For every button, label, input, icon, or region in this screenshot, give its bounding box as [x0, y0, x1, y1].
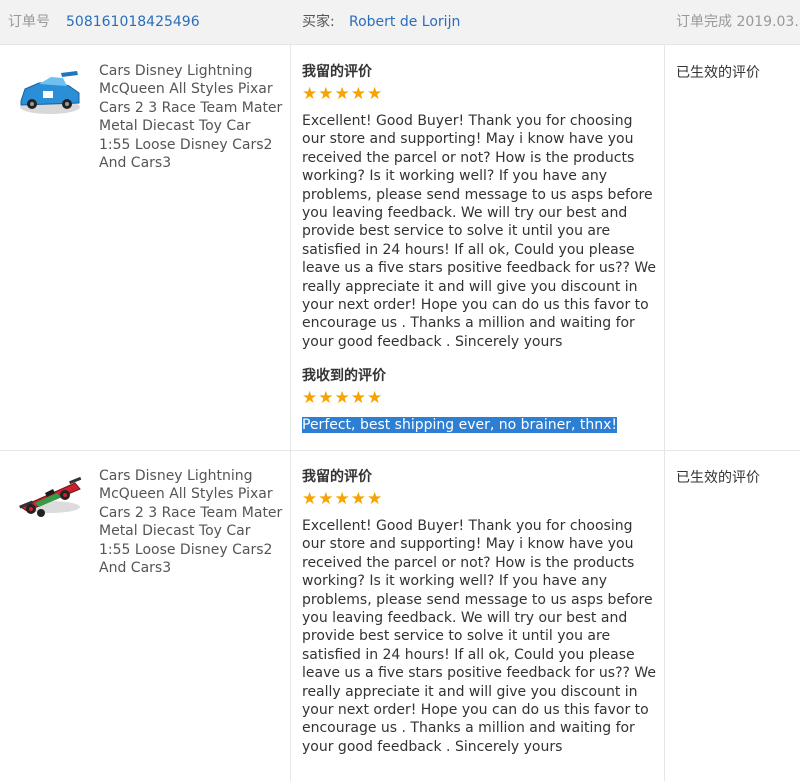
order-number-label: 订单号 — [8, 14, 50, 30]
my-feedback-text: Excellent! Good Buyer! Thank you for cho… — [302, 518, 657, 755]
product-thumbnail-image[interactable] — [17, 463, 83, 519]
feedback-status: 已生效的评价 — [676, 65, 760, 81]
feedback-row: Cars Disney Lightning McQueen All Styles… — [0, 45, 800, 451]
product-title-link[interactable]: Cars Disney Lightning McQueen All Styles… — [99, 62, 284, 172]
my-feedback-section: 我留的评价 ★★★★★ Excellent! Good Buyer! Thank… — [302, 62, 657, 351]
received-feedback-section: 我收到的评价 ★★★★★ Perfect, best shipping ever… — [302, 366, 657, 434]
my-feedback-section: 我留的评价 ★★★★★ Excellent! Good Buyer! Thank… — [302, 467, 657, 756]
my-feedback-text: Excellent! Good Buyer! Thank you for cho… — [302, 113, 657, 350]
order-header: 订单号 508161018425496 买家: Robert de Lorijn… — [0, 0, 800, 45]
my-rating-stars: ★★★★★ — [302, 489, 384, 509]
feedback-status: 已生效的评价 — [676, 470, 760, 486]
feedback-row: Cars Disney Lightning McQueen All Styles… — [0, 451, 800, 781]
product-thumbnail-image[interactable] — [17, 67, 83, 123]
order-number-link[interactable]: 508161018425496 — [66, 0, 200, 44]
my-feedback-heading: 我留的评价 — [302, 469, 372, 485]
buyer-label: 买家: — [302, 14, 335, 30]
buyer-name-link[interactable]: Robert de Lorijn — [349, 0, 460, 44]
product-title-link[interactable]: Cars Disney Lightning McQueen All Styles… — [99, 467, 284, 577]
my-feedback-heading: 我留的评价 — [302, 64, 372, 80]
my-rating-stars: ★★★★★ — [302, 84, 384, 104]
received-rating-stars: ★★★★★ — [302, 388, 384, 408]
received-feedback-heading: 我收到的评价 — [302, 368, 386, 384]
order-completed-date: 订单完成 2019.03.1 — [676, 14, 800, 30]
received-feedback-text: Perfect, best shipping ever, no brainer,… — [302, 417, 618, 433]
